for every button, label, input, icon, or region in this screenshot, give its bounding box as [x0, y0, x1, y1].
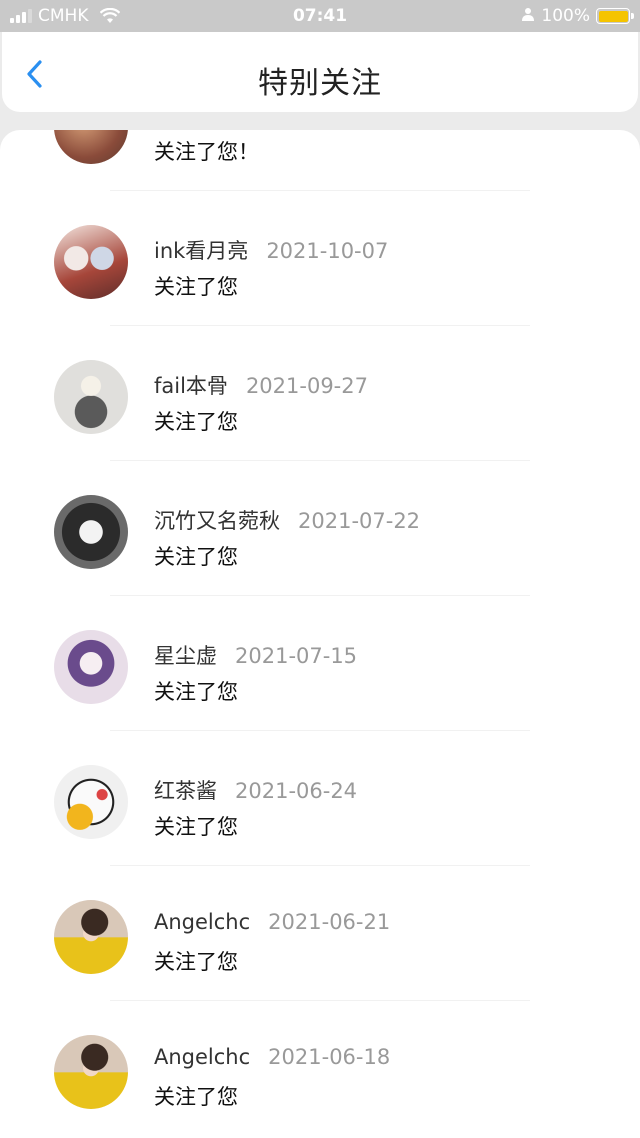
- follow-date: 2021-10-07: [266, 239, 389, 263]
- follow-message: 关注了您: [154, 1085, 238, 1109]
- avatar: [54, 1035, 128, 1109]
- follow-message: 关注了您: [154, 545, 238, 569]
- list-item[interactable]: 星尘虚 2021-07-15 关注了您: [0, 596, 640, 731]
- follow-message: 关注了您: [154, 815, 238, 839]
- nav-header: 特别关注: [2, 32, 638, 112]
- user-name[interactable]: 沉竹又名菀秋: [154, 509, 280, 533]
- follow-message: 关注了您: [154, 275, 238, 299]
- follow-message: 关注了您！: [154, 140, 259, 164]
- user-name[interactable]: ink看月亮: [154, 239, 248, 263]
- list-item[interactable]: 红茶酱 2021-06-24 关注了您: [0, 731, 640, 866]
- avatar: [54, 495, 128, 569]
- follow-date: 2021-06-24: [235, 779, 358, 803]
- avatar: [54, 765, 128, 839]
- battery-percent: 100%: [541, 6, 590, 26]
- battery-icon: [596, 8, 634, 24]
- follow-message: 关注了您: [154, 950, 238, 974]
- list-item[interactable]: Angelchc 2021-06-18 关注了您: [0, 1001, 640, 1136]
- user-name[interactable]: fail本骨: [154, 374, 228, 398]
- status-bar: CMHK 07:41 100%: [0, 0, 640, 32]
- list-item[interactable]: ink看月亮 2021-10-07 关注了您: [0, 191, 640, 326]
- follow-list: 关注了您！ ink看月亮 2021-10-07 关注了您 fail本骨 2021-0…: [0, 130, 640, 1138]
- person-icon: [521, 6, 535, 26]
- user-name[interactable]: Angelchc: [154, 1045, 250, 1069]
- list-item[interactable]: Angelchc 2021-06-21 关注了您: [0, 866, 640, 1001]
- avatar: [54, 225, 128, 299]
- follow-date: 2021-06-18: [268, 1045, 391, 1069]
- user-name[interactable]: Angelchc: [154, 910, 250, 934]
- page-title: 特别关注: [258, 66, 382, 101]
- avatar: [54, 630, 128, 704]
- follow-date: 2021-07-15: [235, 644, 358, 668]
- avatar: [54, 360, 128, 434]
- avatar: [54, 900, 128, 974]
- avatar: [54, 130, 128, 164]
- user-name[interactable]: 星尘虚: [154, 644, 217, 668]
- list-item[interactable]: 关注了您！: [0, 130, 640, 191]
- follow-date: 2021-06-21: [268, 910, 391, 934]
- user-name[interactable]: 红茶酱: [154, 779, 217, 803]
- list-item[interactable]: fail本骨 2021-09-27 关注了您: [0, 326, 640, 461]
- status-right: 100%: [521, 6, 634, 26]
- list-item[interactable]: 沉竹又名菀秋 2021-07-22 关注了您: [0, 461, 640, 596]
- follow-date: 2021-07-22: [298, 509, 421, 533]
- follow-message: 关注了您: [154, 410, 238, 434]
- follow-date: 2021-09-27: [245, 374, 368, 398]
- follow-message: 关注了您: [154, 680, 238, 704]
